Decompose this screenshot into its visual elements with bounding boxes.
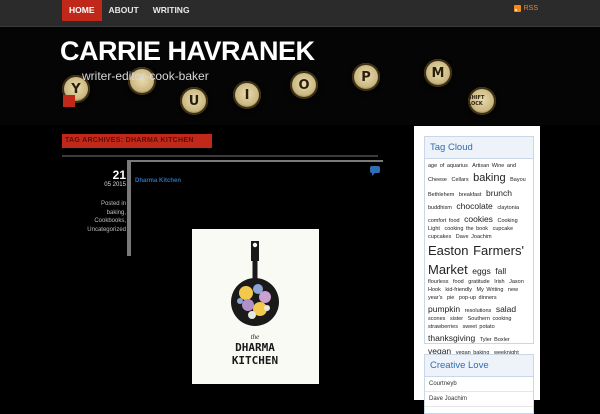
tag-link[interactable]: flourless	[428, 279, 448, 285]
tag-link[interactable]: chocolate	[456, 201, 492, 211]
site-tagline: writer-editor-cook-baker	[82, 69, 209, 83]
tag-link[interactable]: pumpkin	[428, 304, 460, 314]
tag-link[interactable]: salad	[496, 304, 516, 314]
creative-love-title: Creative Love	[425, 355, 533, 377]
tag-link[interactable]: breakfast	[459, 192, 482, 198]
creative-love-widget: Creative Love Courtneyb Dave Joachim	[424, 354, 534, 414]
archive-divider	[62, 155, 378, 157]
tag-link[interactable]: pop-up dinners	[459, 295, 497, 301]
comment-icon[interactable]	[370, 166, 380, 176]
post-month-year: 05 2015	[104, 182, 126, 188]
typewriter-key-i: I	[233, 81, 261, 109]
main-nav: HOME ABOUT WRITING	[62, 0, 197, 21]
tag-cloud-title: Tag Cloud	[425, 137, 533, 159]
tag-link[interactable]: fall	[495, 266, 506, 276]
typewriter-key-p: P	[352, 63, 380, 91]
post-title-link[interactable]: Dharma Kitchen	[135, 178, 181, 184]
tag-link[interactable]: Tyler Boxler	[480, 337, 510, 343]
tag-link[interactable]: sister	[450, 316, 463, 322]
tag-link[interactable]: eggs	[472, 266, 490, 276]
tag-link[interactable]: resolutions	[465, 308, 492, 314]
tag-link[interactable]: thanksgiving	[428, 333, 475, 343]
tag-link[interactable]: baking	[473, 172, 505, 184]
logo-text-the: the	[251, 333, 260, 341]
rss-label: RSS	[523, 5, 538, 12]
typewriter-key-shift-lock: SHIFT LOCK	[468, 87, 496, 115]
sidebar: Tag Cloud age of aquarius Artisan Wine a…	[414, 126, 540, 414]
typewriter-key-o: O	[290, 71, 318, 99]
tag-link[interactable]: Dave Joachim	[456, 234, 492, 240]
post-vertical-rule	[127, 160, 131, 256]
tag-link[interactable]: brunch	[486, 188, 512, 198]
nav-writing-link[interactable]: WRITING	[146, 0, 197, 21]
tag-link[interactable]: food	[453, 279, 464, 285]
post-meta-line: Posted in	[100, 201, 126, 207]
typewriter-key-m: M	[424, 59, 452, 87]
tag-link[interactable]: sweet potato	[462, 324, 494, 330]
tag-link[interactable]: Bethlehem	[428, 192, 454, 198]
tag-link[interactable]: cupcakes	[428, 234, 451, 240]
tag-cloud-widget: Tag Cloud age of aquarius Artisan Wine a…	[424, 136, 534, 369]
tag-link[interactable]: buddhism	[428, 205, 452, 211]
rss-link[interactable]: RSS	[513, 5, 538, 12]
tag-link[interactable]: claytonia	[497, 205, 519, 211]
post-date-column: 21 05 2015 Posted in baking, Cookbooks, …	[62, 160, 126, 256]
tag-link[interactable]: cooking the book	[444, 226, 488, 232]
category-link-baking[interactable]: baking,	[66, 209, 126, 218]
nav-about-link[interactable]: ABOUT	[102, 0, 146, 21]
tagline-marker	[63, 95, 75, 107]
tag-link[interactable]: strawberries	[428, 324, 458, 330]
post-image[interactable]: the DHARMA KITCHEN	[192, 229, 319, 384]
tag-link[interactable]: gratitude	[468, 279, 489, 285]
archive-title: TAG ARCHIVES: DHARMA KITCHEN	[62, 134, 212, 148]
category-link-cookbooks[interactable]: Cookbooks,	[66, 217, 126, 226]
tag-link[interactable]: Southern cooking	[468, 316, 512, 322]
post-categories: Posted in baking, Cookbooks, Uncategoriz…	[66, 200, 126, 234]
site-title[interactable]: CARRIE HAVRANEK	[60, 36, 315, 67]
category-link-uncategorized[interactable]: Uncategorized	[66, 226, 126, 235]
tag-link[interactable]: age of aquarius	[428, 163, 468, 169]
tag-link[interactable]: Cellars	[452, 177, 469, 183]
tag-link[interactable]: pie	[447, 295, 454, 301]
tag-cloud: age of aquarius Artisan Wine and Cheese …	[425, 159, 533, 374]
tag-link[interactable]: comfort food	[428, 218, 460, 224]
nav-home-link[interactable]: HOME	[62, 0, 102, 21]
logo-text-kitchen: KITCHEN	[232, 354, 278, 367]
blogroll-link-courtneyb[interactable]: Courtneyb	[425, 377, 533, 392]
post-horizontal-rule	[131, 160, 383, 162]
tag-link[interactable]: Irish	[494, 279, 504, 285]
top-nav-bar: HOME ABOUT WRITING RSS	[0, 0, 600, 27]
rss-icon	[513, 5, 521, 12]
tag-link[interactable]: scones	[428, 316, 445, 322]
tag-link[interactable]: My Writing	[477, 287, 504, 293]
typewriter-key-u: U	[180, 87, 208, 115]
post-day: 21	[112, 168, 126, 182]
tag-link[interactable]: Bayou	[510, 177, 526, 183]
logo-text-dharma: DHARMA	[235, 341, 275, 354]
dharma-kitchen-logo: the DHARMA KITCHEN	[231, 241, 279, 367]
tag-link[interactable]: cookies	[464, 214, 493, 224]
tag-link[interactable]: cupcake	[493, 226, 514, 232]
tag-link[interactable]: kid-friendly	[445, 287, 472, 293]
